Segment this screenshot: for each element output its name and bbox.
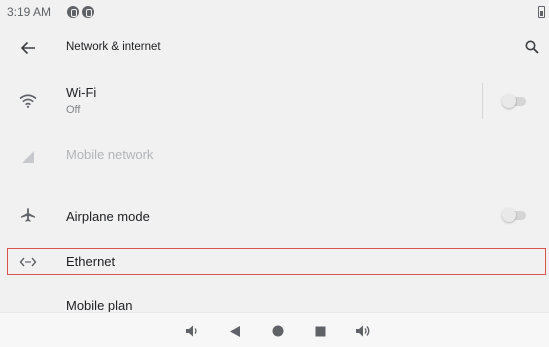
arrow-back-icon: [20, 41, 35, 55]
wifi-subtitle: Off: [66, 104, 81, 116]
notification-icons: [67, 6, 94, 18]
search-icon: [525, 40, 539, 54]
volume-up-button[interactable]: [353, 321, 373, 341]
back-button[interactable]: [14, 34, 42, 62]
app-bar: Network & internet: [0, 24, 549, 72]
airplane-mode-row[interactable]: Airplane mode: [0, 196, 549, 236]
wifi-title: Wi-Fi: [66, 85, 97, 100]
navigation-bar: [0, 312, 549, 347]
notification-icon: [67, 6, 79, 18]
recents-square-icon: [315, 326, 325, 336]
toggle-thumb: [502, 208, 516, 222]
wifi-row[interactable]: Wi-Fi Off: [0, 72, 549, 130]
page-title: Network & internet: [66, 41, 161, 53]
nav-home-button[interactable]: [268, 321, 288, 341]
mobile-network-row: Mobile network: [0, 130, 549, 182]
mobile-plan-row[interactable]: Mobile plan: [0, 288, 549, 312]
airplane-icon: [16, 203, 40, 227]
status-bar: 3:19 AM: [0, 0, 549, 24]
mobile-plan-title: Mobile plan: [66, 298, 133, 312]
toggle-thumb: [502, 94, 516, 108]
volume-down-button[interactable]: [182, 321, 202, 341]
search-button[interactable]: [520, 35, 544, 59]
selection-highlight: [7, 248, 546, 275]
back-triangle-icon: [230, 325, 240, 337]
status-time: 3:19 AM: [7, 5, 52, 19]
nav-recents-button[interactable]: [310, 321, 330, 341]
volume-down-icon: [186, 325, 197, 337]
wifi-toggle[interactable]: [502, 93, 528, 109]
airplane-mode-title: Airplane mode: [66, 209, 150, 224]
home-circle-icon: [272, 325, 284, 337]
volume-up-icon: [356, 325, 370, 337]
mobile-network-title: Mobile network: [66, 147, 154, 162]
divider: [482, 83, 483, 119]
signal-icon: [16, 145, 40, 169]
notification-icon: [82, 6, 94, 18]
battery-icon: [538, 6, 545, 18]
settings-list: Wi-Fi Off Mobile network Airplane mode E…: [0, 72, 549, 312]
wifi-icon: [16, 89, 40, 113]
airplane-mode-toggle[interactable]: [502, 207, 528, 223]
nav-back-button[interactable]: [225, 321, 245, 341]
